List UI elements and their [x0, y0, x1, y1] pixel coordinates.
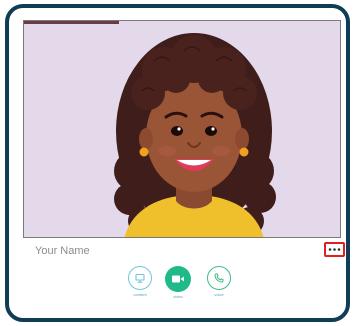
video-toggle-label: video — [173, 294, 183, 299]
name-row: Your Name — [35, 242, 345, 262]
screen-share-icon — [135, 273, 145, 283]
call-controls: content video voice — [9, 266, 346, 316]
video-toggle-button[interactable]: video — [158, 266, 198, 299]
video-tile — [23, 20, 341, 238]
more-options-button[interactable] — [324, 242, 345, 257]
participant-card: Your Name content video voice — [5, 4, 350, 322]
video-camera-icon — [172, 275, 184, 283]
ellipsis-icon — [328, 248, 341, 251]
content-share-label: content — [133, 292, 147, 297]
voice-call-label: voice — [214, 292, 224, 297]
phone-icon — [214, 273, 224, 283]
content-share-button[interactable]: content — [120, 266, 160, 297]
avatar-illustration — [114, 33, 276, 237]
participant-name: Your Name — [35, 245, 90, 257]
voice-call-button[interactable]: voice — [199, 266, 239, 297]
